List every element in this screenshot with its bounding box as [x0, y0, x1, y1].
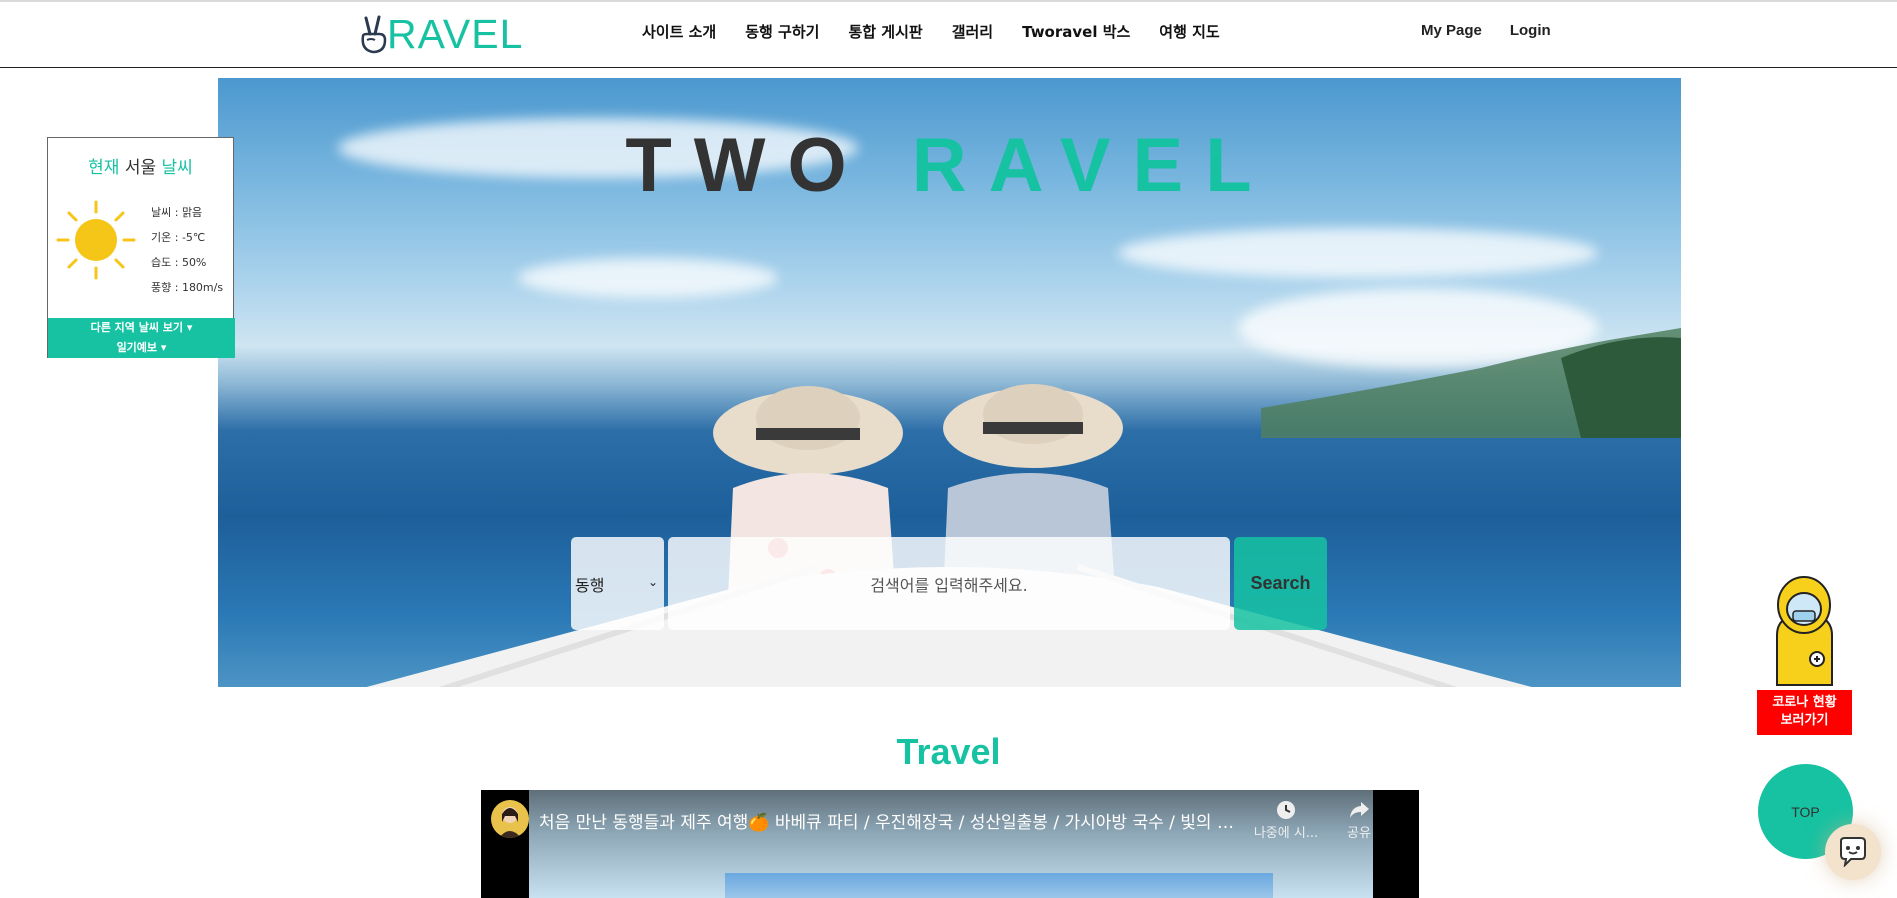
weather-info: 날씨 : 맑음 기온 : -5℃ 습도 : 50% 풍향 : 180m/s — [151, 200, 223, 300]
weather-title: 현재 서울 날씨 — [48, 153, 233, 178]
weather-widget: 현재 서울 날씨 날씨 : 맑음 기온 : -5℃ 습도 : 50% 풍향 : … — [47, 137, 235, 358]
nav-item-board[interactable]: 통합 게시판 — [848, 21, 922, 42]
my-page-link[interactable]: My Page — [1421, 22, 1482, 39]
video-thumbnail-inner — [725, 873, 1273, 898]
chat-button[interactable] — [1825, 824, 1881, 880]
search-category-value: 동행 — [575, 575, 605, 595]
hero-banner: TWO RAVEL 동행 ⌄ 검색어를 입력해주세요. Search — [218, 78, 1681, 687]
video-thumbnail — [529, 790, 1373, 898]
search-button[interactable]: Search — [1234, 537, 1327, 630]
nav-item-tworavel-box[interactable]: Tworavel 박스 — [1022, 21, 1130, 42]
site-header: RAVEL 사이트 소개 동행 구하기 통합 게시판 갤러리 Tworavel … — [0, 2, 1897, 68]
other-regions-weather-button[interactable]: 다른 지역 날씨 보기 ▾ — [48, 318, 235, 338]
search-placeholder: 검색어를 입력해주세요. — [870, 575, 1028, 595]
caret-down-icon: ▾ — [160, 341, 167, 354]
cloud-shape — [518, 258, 778, 298]
hero-title-two: TWO — [625, 123, 869, 208]
forecast-label: 일기예보 — [116, 341, 158, 354]
hero-title: TWO RAVEL — [218, 122, 1681, 209]
youtube-video-embed[interactable]: 처음 만난 동행들과 제주 여행🍊 바베큐 파티 / 우진해장국 / 성산일출봉… — [481, 790, 1419, 898]
share-icon — [1324, 800, 1394, 822]
covid-label-line2: 보러가기 — [1780, 713, 1829, 728]
login-link[interactable]: Login — [1510, 22, 1551, 39]
share-button[interactable]: 공유 — [1324, 800, 1394, 841]
nav-item-find-companion[interactable]: 동행 구하기 — [745, 21, 819, 42]
weather-humidity: 습도 : 50% — [151, 256, 207, 269]
weather-title-city: 서울 — [124, 158, 157, 178]
site-logo[interactable]: RAVEL — [357, 10, 524, 57]
share-label: 공유 — [1347, 826, 1371, 841]
watch-later-label: 나중에 시... — [1253, 826, 1319, 841]
cloud-shape — [1118, 228, 1598, 278]
island-illustration — [1261, 328, 1681, 438]
clock-icon — [1251, 800, 1321, 822]
hazmat-person-icon — [1776, 576, 1833, 686]
weather-temperature: 기온 : -5℃ — [151, 231, 206, 244]
sun-icon — [56, 200, 136, 280]
main-nav: 사이트 소개 동행 구하기 통합 게시판 갤러리 Tworavel 박스 여행 … — [642, 21, 1220, 42]
search-category-select[interactable]: 동행 ⌄ — [571, 537, 664, 630]
nav-item-about[interactable]: 사이트 소개 — [642, 21, 716, 42]
travel-section-title: Travel — [896, 731, 1001, 772]
caret-down-icon: ▾ — [186, 321, 193, 334]
video-title[interactable]: 처음 만난 동행들과 제주 여행🍊 바베큐 파티 / 우진해장국 / 성산일출봉… — [539, 808, 1239, 833]
avatar-icon — [499, 807, 521, 838]
weather-condition: 날씨 : 맑음 — [151, 206, 203, 219]
user-links: My Page Login — [1421, 22, 1551, 39]
weather-wind: 풍향 : 180m/s — [151, 281, 224, 294]
covid-label-line1: 코로나 현황 — [1772, 695, 1837, 710]
peace-hand-icon — [361, 15, 387, 54]
watch-later-button[interactable]: 나중에 시... — [1251, 800, 1321, 841]
nav-item-gallery[interactable]: 갤러리 — [952, 21, 993, 42]
logo-text: RAVEL — [387, 10, 524, 57]
chevron-down-icon: ⌄ — [647, 575, 658, 589]
other-regions-label: 다른 지역 날씨 보기 — [90, 321, 184, 334]
covid-status-widget[interactable]: 코로나 현황 보러가기 — [1757, 575, 1852, 735]
search-input[interactable]: 검색어를 입력해주세요. — [668, 537, 1230, 630]
channel-avatar[interactable] — [491, 800, 529, 838]
nav-item-travel-map[interactable]: 여행 지도 — [1159, 21, 1219, 42]
forecast-button[interactable]: 일기예보 ▾ — [48, 338, 235, 358]
weather-title-now: 현재 — [88, 158, 120, 178]
hero-title-ravel: RAVEL — [911, 123, 1274, 208]
weather-title-weather: 날씨 — [161, 158, 193, 178]
covid-status-label: 코로나 현황 보러가기 — [1757, 690, 1852, 735]
chat-bubble-icon — [1840, 837, 1866, 867]
